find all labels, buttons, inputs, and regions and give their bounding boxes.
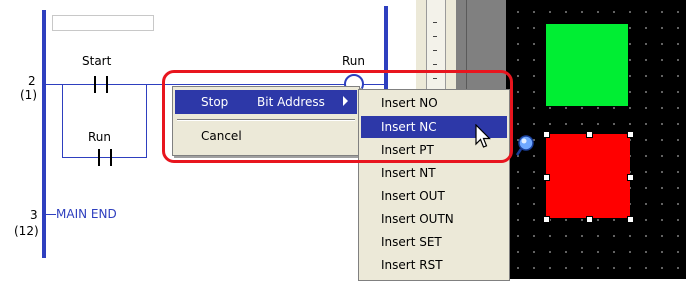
resize-handle[interactable] bbox=[543, 131, 550, 138]
resize-handle[interactable] bbox=[586, 216, 593, 223]
contact-run[interactable] bbox=[92, 149, 120, 167]
end-wire bbox=[46, 214, 56, 215]
branch-wire-left bbox=[62, 84, 63, 158]
end-rung-index: (12) bbox=[14, 224, 39, 238]
submenu-item-insert-rst[interactable]: Insert RST bbox=[361, 254, 507, 276]
coil-run-label: Run bbox=[342, 54, 366, 68]
resize-handle[interactable] bbox=[627, 216, 634, 223]
green-lamp-part[interactable] bbox=[546, 24, 628, 106]
resize-handle[interactable] bbox=[586, 131, 593, 138]
left-power-rail bbox=[42, 10, 46, 258]
contact-start[interactable] bbox=[88, 76, 116, 94]
submenu-item-insert-out[interactable]: Insert OUT bbox=[361, 185, 507, 207]
magnifier-icon[interactable] bbox=[516, 134, 536, 156]
resize-handle[interactable] bbox=[543, 174, 550, 181]
rung-number: 2 bbox=[28, 74, 36, 88]
end-rung-number: 3 bbox=[30, 208, 38, 222]
submenu-item-insert-nt[interactable]: Insert NT bbox=[361, 162, 507, 184]
submenu-item-insert-outn[interactable]: Insert OUTN bbox=[361, 208, 507, 230]
resize-handle[interactable] bbox=[627, 174, 634, 181]
mouse-pointer-icon bbox=[475, 124, 491, 148]
scroll-tick bbox=[433, 50, 437, 51]
scroll-tick bbox=[433, 64, 437, 65]
resize-handle[interactable] bbox=[627, 131, 634, 138]
address-input[interactable] bbox=[52, 15, 154, 31]
callout-frame bbox=[162, 70, 513, 163]
scroll-tick bbox=[433, 22, 437, 23]
red-lamp-part[interactable] bbox=[546, 134, 630, 218]
contact-run-label: Run bbox=[88, 130, 112, 144]
resize-handle[interactable] bbox=[543, 216, 550, 223]
submenu-item-insert-set[interactable]: Insert SET bbox=[361, 231, 507, 253]
main-end-label: MAIN END bbox=[56, 207, 117, 221]
contact-start-label: Start bbox=[82, 54, 112, 68]
rung-index: (1) bbox=[20, 88, 37, 102]
branch-wire-right bbox=[146, 84, 147, 158]
scroll-tick bbox=[433, 36, 437, 37]
